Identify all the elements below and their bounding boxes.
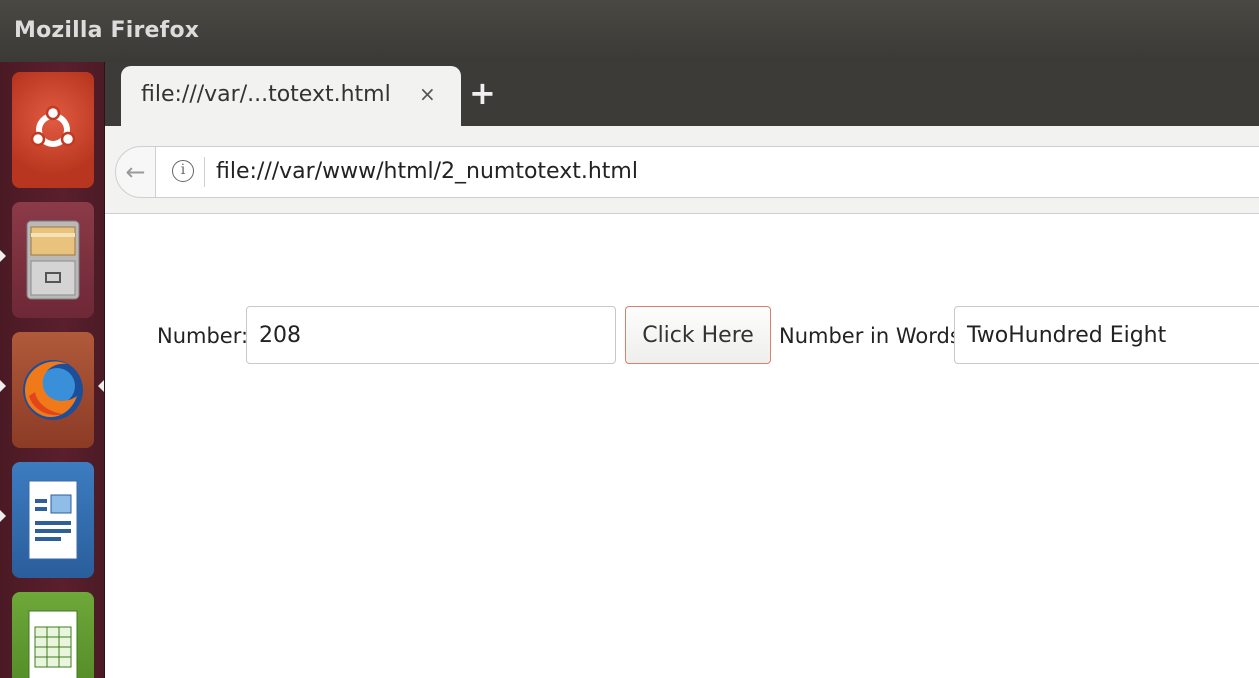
launcher-item-calc[interactable]: [12, 592, 94, 678]
number-in-words-label: Number in Words:: [779, 324, 968, 348]
firefox-icon: [23, 360, 83, 420]
file-cabinet-icon: [26, 220, 80, 300]
browser-navbar: ← i file:///var/www/html/2_numtotext.htm…: [105, 126, 1259, 214]
spreadsheet-icon: [28, 610, 78, 678]
launcher-item-ubuntu-dash[interactable]: [12, 72, 94, 188]
unity-launcher: [0, 62, 105, 678]
presentation-document-icon: [28, 480, 78, 560]
back-button[interactable]: ←: [115, 146, 155, 198]
tab-numtotext[interactable]: file:///var/...totext.html ×: [121, 66, 461, 126]
launcher-focused-indicator: [98, 380, 104, 392]
ubuntu-logo-icon: [30, 105, 76, 147]
window-titlebar: Mozilla Firefox: [0, 0, 1259, 62]
tab-title: file:///var/...totext.html: [141, 82, 391, 107]
desktop-screen: Mozilla Firefox file:///var/...totext.ht…: [0, 0, 1259, 678]
launcher-item-files[interactable]: [12, 202, 94, 318]
browser-tabstrip: file:///var/...totext.html × +: [105, 62, 1259, 126]
click-here-button[interactable]: Click Here: [625, 306, 771, 364]
launcher-running-indicator: [0, 510, 6, 522]
url-text[interactable]: file:///var/www/html/2_numtotext.html: [216, 159, 638, 184]
page-content: Number: 208 Click Here Number in Words: …: [105, 214, 1259, 678]
url-bar[interactable]: i file:///var/www/html/2_numtotext.html: [155, 146, 1259, 198]
new-tab-button[interactable]: +: [469, 74, 496, 112]
back-arrow-icon: ←: [125, 158, 146, 186]
number-in-words-output[interactable]: TwoHundred Eight: [954, 306, 1259, 364]
launcher-running-indicator: [0, 380, 6, 392]
launcher-running-indicator: [0, 250, 6, 262]
site-info-icon[interactable]: i: [172, 160, 194, 182]
number-input[interactable]: 208: [246, 306, 616, 364]
launcher-item-firefox[interactable]: [12, 332, 94, 448]
tab-close-icon[interactable]: ×: [419, 82, 436, 106]
window-title: Mozilla Firefox: [14, 18, 200, 43]
launcher-item-impress[interactable]: [12, 462, 94, 578]
number-label: Number:: [157, 324, 249, 348]
url-separator: [204, 157, 205, 187]
